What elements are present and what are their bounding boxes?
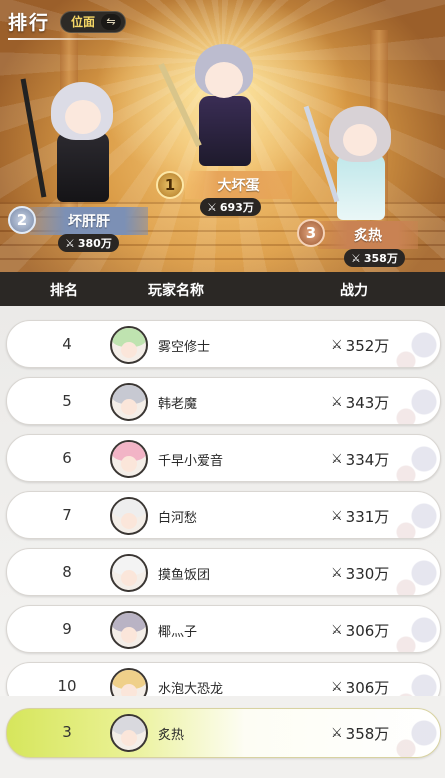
row-decoration [384, 606, 440, 652]
row-decoration [384, 709, 440, 757]
swap-icon: ⇋ [101, 13, 122, 30]
player-name: 白河愁 [158, 511, 198, 526]
player-power: ⚔ 306万 [331, 677, 389, 696]
avatar[interactable] [110, 611, 148, 649]
crossed-swords-icon: ⚔ [331, 395, 343, 410]
title-bar: 排行 位面 ⇋ [8, 8, 127, 35]
player-power-value: 306万 [345, 622, 390, 640]
podium-name-2: 坏肝肝 [30, 207, 148, 235]
avatar[interactable] [110, 326, 148, 364]
table-row[interactable]: 4 雾空修士 ⚔ 352万 [6, 320, 441, 368]
column-name: 玩家名称 [148, 283, 204, 299]
row-rank: 7 [62, 506, 72, 524]
avatar[interactable] [110, 668, 148, 696]
table-row[interactable]: 5 韩老魔 ⚔ 343万 [6, 377, 441, 425]
my-rank-footer: 3 炙热 ⚔ 358万 [0, 696, 445, 778]
player-power: ⚔ 334万 [331, 449, 389, 470]
row-rank: 5 [62, 392, 72, 410]
podium-power-2: ⚔ 380万 [58, 234, 119, 252]
row-rank: 9 [62, 620, 72, 638]
column-rank: 排名 [50, 283, 78, 299]
crossed-swords-icon: ⚔ [331, 452, 343, 467]
crossed-swords-icon: ⚔ [65, 236, 75, 250]
player-power-value: 334万 [345, 451, 390, 469]
player-power-value: 352万 [345, 337, 390, 355]
my-rank: 3 [62, 723, 72, 741]
row-decoration [384, 549, 440, 595]
title-underline [8, 38, 138, 40]
column-power: 战力 [340, 283, 368, 299]
table-row[interactable]: 6 千早小爱音 ⚔ 334万 [6, 434, 441, 482]
player-power-value: 330万 [345, 565, 390, 583]
place-badge-2: 2 [8, 206, 36, 234]
podium-power-value-2: 380万 [77, 237, 112, 250]
player-power: ⚔ 306万 [331, 620, 389, 641]
avatar[interactable] [110, 554, 148, 592]
crossed-swords-icon: ⚔ [331, 680, 343, 695]
player-name: 千早小爱音 [158, 454, 224, 469]
podium-power-value-1: 693万 [219, 201, 254, 214]
player-power-value: 343万 [345, 394, 390, 412]
table-row[interactable]: 8 摸鱼饭团 ⚔ 330万 [6, 548, 441, 596]
crossed-swords-icon: ⚔ [331, 509, 343, 524]
row-decoration [384, 663, 440, 696]
table-row[interactable]: 9 椰灬子 ⚔ 306万 [6, 605, 441, 653]
page-title: 排行 [8, 12, 51, 34]
podium-power-3: ⚔ 358万 [344, 249, 405, 267]
player-power-value: 331万 [345, 508, 390, 526]
crossed-swords-icon: ⚔ [331, 726, 343, 741]
podium-power-1: ⚔ 693万 [200, 198, 261, 216]
my-rank-row[interactable]: 3 炙热 ⚔ 358万 [6, 708, 441, 758]
player-power: ⚔ 352万 [331, 335, 389, 356]
player-power: ⚔ 330万 [331, 563, 389, 584]
player-name: 韩老魔 [158, 397, 198, 412]
row-rank: 6 [62, 449, 72, 467]
player-power: ⚔ 331万 [331, 506, 389, 527]
row-rank: 8 [62, 563, 72, 581]
player-power-value: 306万 [345, 679, 390, 696]
table-row[interactable]: 7 白河愁 ⚔ 331万 [6, 491, 441, 539]
crossed-swords-icon: ⚔ [207, 200, 217, 214]
podium-power-value-3: 358万 [363, 252, 398, 265]
my-power: ⚔ 358万 [331, 723, 389, 744]
crossed-swords-icon: ⚔ [331, 338, 343, 353]
table-header: 排名 玩家名称 战力 [0, 272, 445, 306]
avatar[interactable] [110, 497, 148, 535]
podium-banner: 排行 位面 ⇋ 大坏蛋 1 ⚔ 693万 坏肝肝 2 ⚔ 380万 炙热 3 ⚔… [0, 0, 445, 272]
my-name: 炙热 [158, 728, 185, 743]
row-decoration [384, 492, 440, 538]
row-rank: 4 [62, 335, 72, 353]
player-name: 雾空修士 [158, 340, 211, 355]
table-row[interactable]: 10 水泡大恐龙 ⚔ 306万 [6, 662, 441, 696]
ranking-list[interactable]: 4 雾空修士 ⚔ 352万 5 韩老魔 ⚔ 343万 6 千早小爱音 ⚔ 334万 7… [0, 306, 445, 696]
row-rank: 10 [57, 677, 77, 695]
row-decoration [384, 321, 440, 367]
my-power-value: 358万 [345, 725, 390, 743]
plane-switch-label: 位面 [71, 15, 96, 29]
my-avatar[interactable] [110, 714, 148, 752]
crossed-swords-icon: ⚔ [351, 251, 361, 265]
crossed-swords-icon: ⚔ [331, 566, 343, 581]
podium-name-3: 炙热 [318, 221, 418, 249]
player-power: ⚔ 343万 [331, 392, 389, 413]
player-name: 水泡大恐龙 [158, 682, 224, 696]
podium-name-1: 大坏蛋 [185, 171, 292, 199]
plane-switch-button[interactable]: 位面 ⇋ [60, 10, 127, 33]
player-name: 椰灬子 [158, 625, 198, 640]
row-decoration [384, 435, 440, 481]
player-name: 摸鱼饭团 [158, 568, 211, 583]
place-badge-3: 3 [297, 219, 325, 247]
avatar[interactable] [110, 440, 148, 478]
crossed-swords-icon: ⚔ [331, 623, 343, 638]
avatar[interactable] [110, 383, 148, 421]
row-decoration [384, 378, 440, 424]
place-badge-1: 1 [156, 171, 184, 199]
